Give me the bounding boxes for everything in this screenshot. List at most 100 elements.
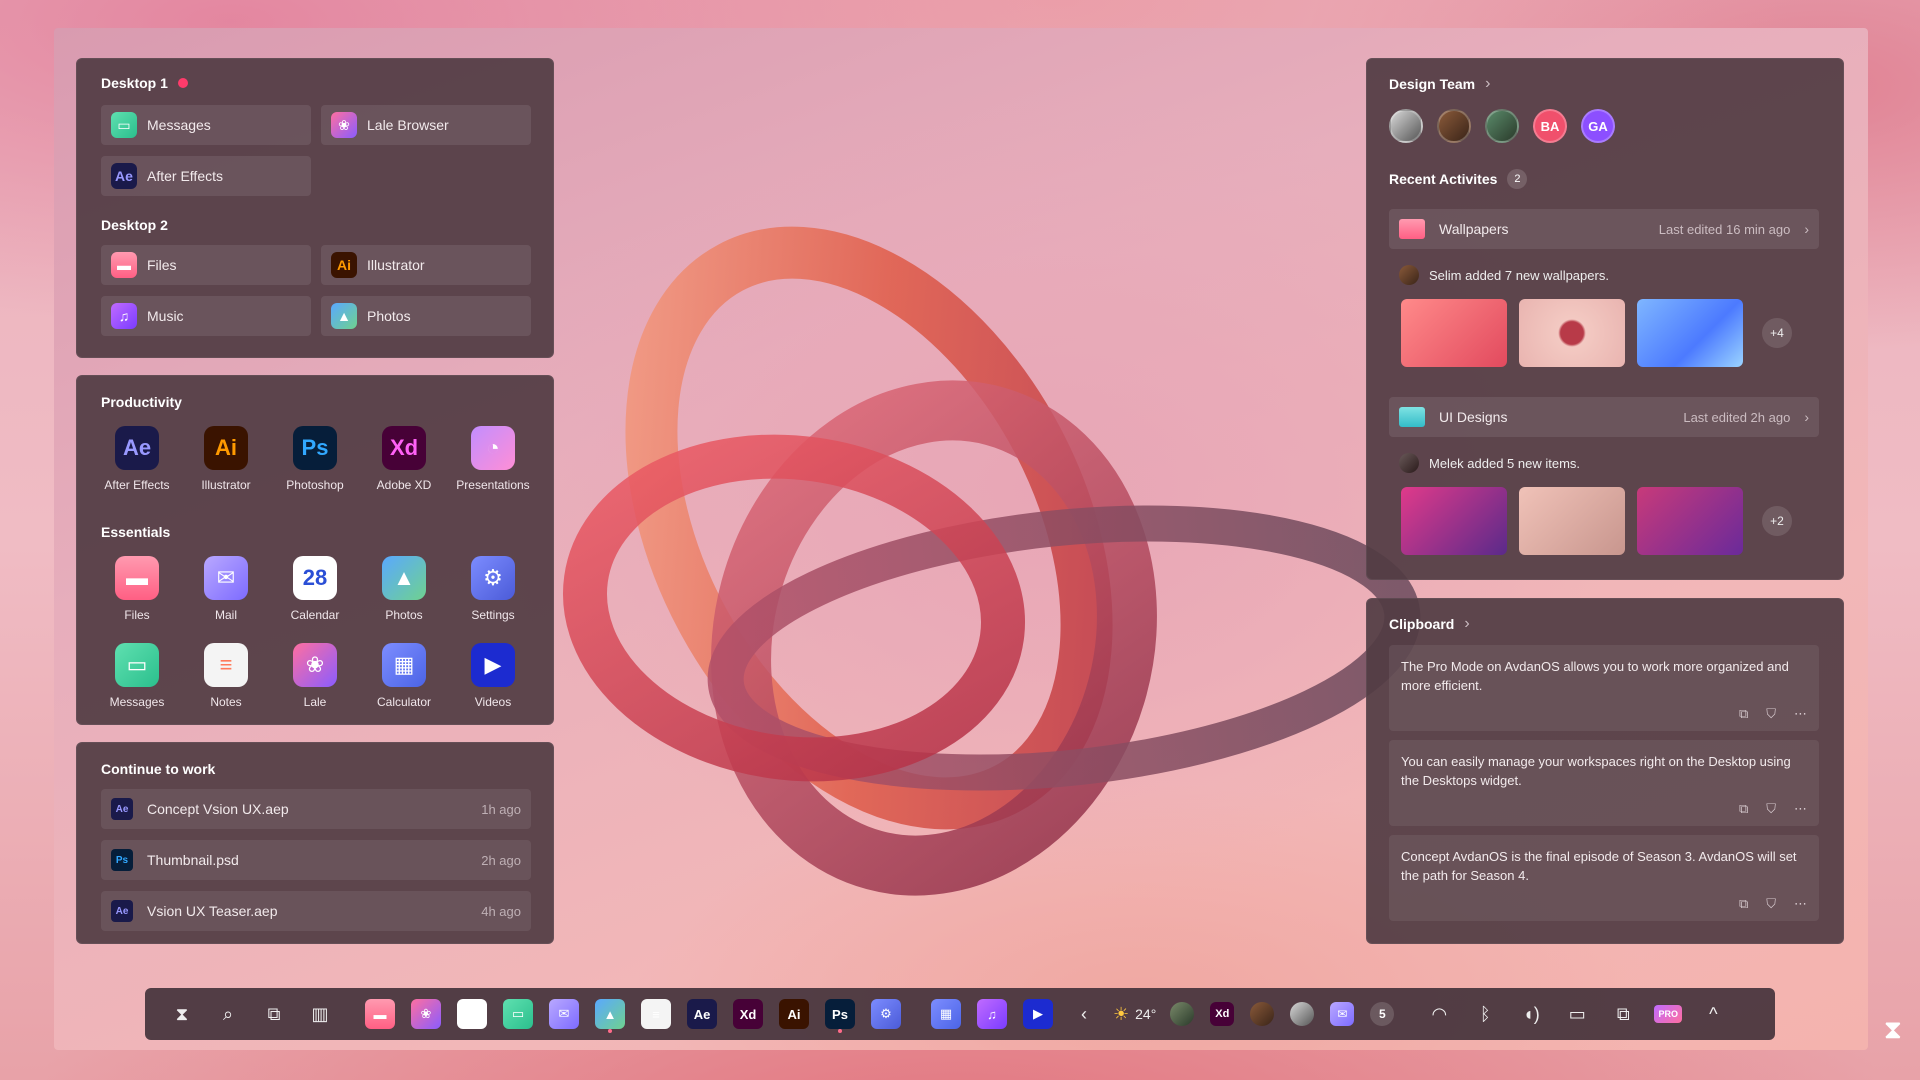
wallpaper-thumbnail[interactable] — [1401, 299, 1507, 367]
chevron-left-icon[interactable]: ‹ — [1069, 999, 1099, 1029]
calculator-icon[interactable]: ▦ — [931, 999, 961, 1029]
recent-file-row[interactable]: Ae Concept Vsion UX.aep 1h ago — [101, 789, 531, 829]
more-icon[interactable]: ⋯ — [1794, 894, 1807, 913]
clipboard-item[interactable]: Concept AvdanOS is the final episode of … — [1389, 835, 1819, 921]
more-icon[interactable]: ⋯ — [1794, 799, 1807, 818]
activity-note: Melek added 5 new items. — [1399, 453, 1580, 473]
wallpaper-thumbnail[interactable] — [1519, 299, 1625, 367]
play-icon[interactable]: ▶ — [1023, 999, 1053, 1029]
app-illustrator[interactable]: Ai Illustrator — [181, 426, 271, 492]
clipboard-item[interactable]: You can easily manage your workspaces ri… — [1389, 740, 1819, 826]
screens-icon[interactable]: ⧉ — [1608, 999, 1638, 1029]
messages-icon[interactable]: ▭ — [503, 999, 533, 1029]
copy-icon[interactable]: ⧉ — [1739, 894, 1748, 913]
more-thumbnails-badge[interactable]: +2 — [1762, 506, 1792, 536]
folder-icon[interactable]: ▬ — [365, 999, 395, 1029]
avatar[interactable] — [1485, 109, 1519, 143]
folder-row-wallpapers[interactable]: Wallpapers Last edited 16 min ago › — [1389, 209, 1819, 249]
pin-icon[interactable]: ⛉ — [1766, 704, 1776, 723]
clipboard-widget: Clipboard › The Pro Mode on AvdanOS allo… — [1366, 598, 1844, 944]
recent-file-row[interactable]: Ps Thumbnail.psd 2h ago — [101, 840, 531, 880]
app-files[interactable]: ▬ Files — [92, 556, 182, 622]
pin-icon[interactable]: ⛉ — [1766, 894, 1776, 913]
app-presentations[interactable]: ◔ Presentations — [448, 426, 538, 492]
windows-icon[interactable]: ⧉ — [259, 999, 289, 1029]
sun-icon: ☀ — [1113, 1003, 1130, 1024]
app-mail[interactable]: ✉ Mail — [181, 556, 271, 622]
search-icon[interactable]: ⌕ — [213, 999, 243, 1029]
avatar[interactable] — [1290, 1002, 1315, 1026]
desktop-2-app-photos[interactable]: ▲ Photos — [321, 296, 531, 336]
mail-icon[interactable]: ✉ — [549, 999, 579, 1029]
app-after-effects[interactable]: Ae After Effects — [92, 426, 182, 492]
weather-widget[interactable]: ☀ 24° — [1113, 1004, 1156, 1025]
illustrator-icon[interactable]: Ai — [779, 999, 809, 1029]
gear-icon[interactable]: ⚙ — [871, 999, 901, 1029]
avdan-logo-icon[interactable]: ⧗ — [167, 999, 197, 1029]
after-effects-file-icon: Ae — [111, 900, 133, 922]
design-team-header[interactable]: Design Team › — [1389, 75, 1490, 93]
pro-mode-badge[interactable]: PRO — [1654, 1005, 1683, 1023]
app-settings[interactable]: ⚙ Settings — [448, 556, 538, 622]
after-effects-icon: Ae — [111, 163, 137, 189]
wallpaper-thumbnail[interactable] — [1637, 299, 1743, 367]
notes-icon[interactable]: ≡ — [641, 999, 671, 1029]
clipboard-header[interactable]: Clipboard › — [1389, 615, 1470, 633]
chevron-up-icon[interactable]: ^ — [1698, 999, 1728, 1029]
app-calculator[interactable]: ▦ Calculator — [359, 643, 449, 709]
avatar[interactable] — [1170, 1002, 1195, 1026]
app-photos[interactable]: ▲ Photos — [359, 556, 449, 622]
app-calendar[interactable]: 28 Calendar — [270, 556, 360, 622]
volume-icon[interactable]: ◖) — [1516, 999, 1546, 1029]
app-notes[interactable]: ≡ Notes — [181, 643, 271, 709]
folder-icon: ▬ — [115, 556, 159, 600]
adobe-xd-icon[interactable]: Xd — [733, 999, 763, 1029]
avatar[interactable]: BA — [1533, 109, 1567, 143]
weather-temp: 24° — [1135, 1006, 1157, 1022]
adobe-xd-icon[interactable]: Xd — [1210, 1002, 1235, 1026]
copy-icon[interactable]: ⧉ — [1739, 799, 1748, 818]
photoshop-icon[interactable]: Ps — [825, 999, 855, 1033]
avatar[interactable] — [1389, 109, 1423, 143]
desktop-2-app-music[interactable]: ♫ Music — [101, 296, 311, 336]
wifi-icon[interactable]: ◠ — [1424, 999, 1454, 1029]
clipboard-item[interactable]: The Pro Mode on AvdanOS allows you to wo… — [1389, 645, 1819, 731]
battery-icon[interactable]: ▭ — [1562, 999, 1592, 1029]
folder-row-ui-designs[interactable]: UI Designs Last edited 2h ago › — [1389, 397, 1819, 437]
calendar-icon[interactable]: 28 — [457, 999, 487, 1029]
app-photoshop[interactable]: Ps Photoshop — [270, 426, 360, 492]
bluetooth-icon[interactable]: ᛒ — [1470, 999, 1500, 1029]
notification-count-badge[interactable]: 5 — [1370, 1002, 1395, 1026]
desktop-2-app-illustrator[interactable]: Ai Illustrator — [321, 245, 531, 285]
app-label: Videos — [474, 695, 512, 709]
design-thumbnail[interactable] — [1401, 487, 1507, 555]
app-videos[interactable]: ▶ Videos — [448, 643, 538, 709]
design-thumbnail[interactable] — [1519, 487, 1625, 555]
desktop-1-app-after-effects[interactable]: Ae After Effects — [101, 156, 311, 196]
more-icon[interactable]: ⋯ — [1794, 704, 1807, 723]
photos-icon[interactable]: ▲ — [595, 999, 625, 1033]
copy-icon[interactable]: ⧉ — [1739, 704, 1748, 723]
desktop-screen: Desktop 1 ▭ Messages ❀ Lale Browser Ae A… — [54, 28, 1868, 1050]
recent-file-row[interactable]: Ae Vsion UX Teaser.aep 4h ago — [101, 891, 531, 931]
desktop-2-app-files[interactable]: ▬ Files — [101, 245, 311, 285]
desktop-1-app-lale-browser[interactable]: ❀ Lale Browser — [321, 105, 531, 145]
pin-icon[interactable]: ⛉ — [1766, 799, 1776, 818]
desktop-1-app-messages[interactable]: ▭ Messages — [101, 105, 311, 145]
lale-icon[interactable]: ❀ — [411, 999, 441, 1029]
music-icon[interactable]: ♫ — [977, 999, 1007, 1029]
app-lale[interactable]: ❀ Lale — [270, 643, 360, 709]
folder-icon — [1399, 407, 1425, 427]
avatar[interactable]: GA — [1581, 109, 1615, 143]
after-effects-icon[interactable]: Ae — [687, 999, 717, 1029]
app-messages[interactable]: ▭ Messages — [92, 643, 182, 709]
avatar[interactable] — [1437, 109, 1471, 143]
mail-icon[interactable]: ✉ — [1330, 1002, 1355, 1026]
avatar[interactable] — [1250, 1002, 1275, 1026]
app-label: Illustrator — [201, 478, 251, 492]
layout-icon[interactable]: ▥ — [305, 999, 335, 1029]
design-thumbnail[interactable] — [1637, 487, 1743, 555]
apps-widget: Productivity Ae After Effects Ai Illustr… — [76, 375, 554, 725]
app-adobe-xd[interactable]: Xd Adobe XD — [359, 426, 449, 492]
more-thumbnails-badge[interactable]: +4 — [1762, 318, 1792, 348]
